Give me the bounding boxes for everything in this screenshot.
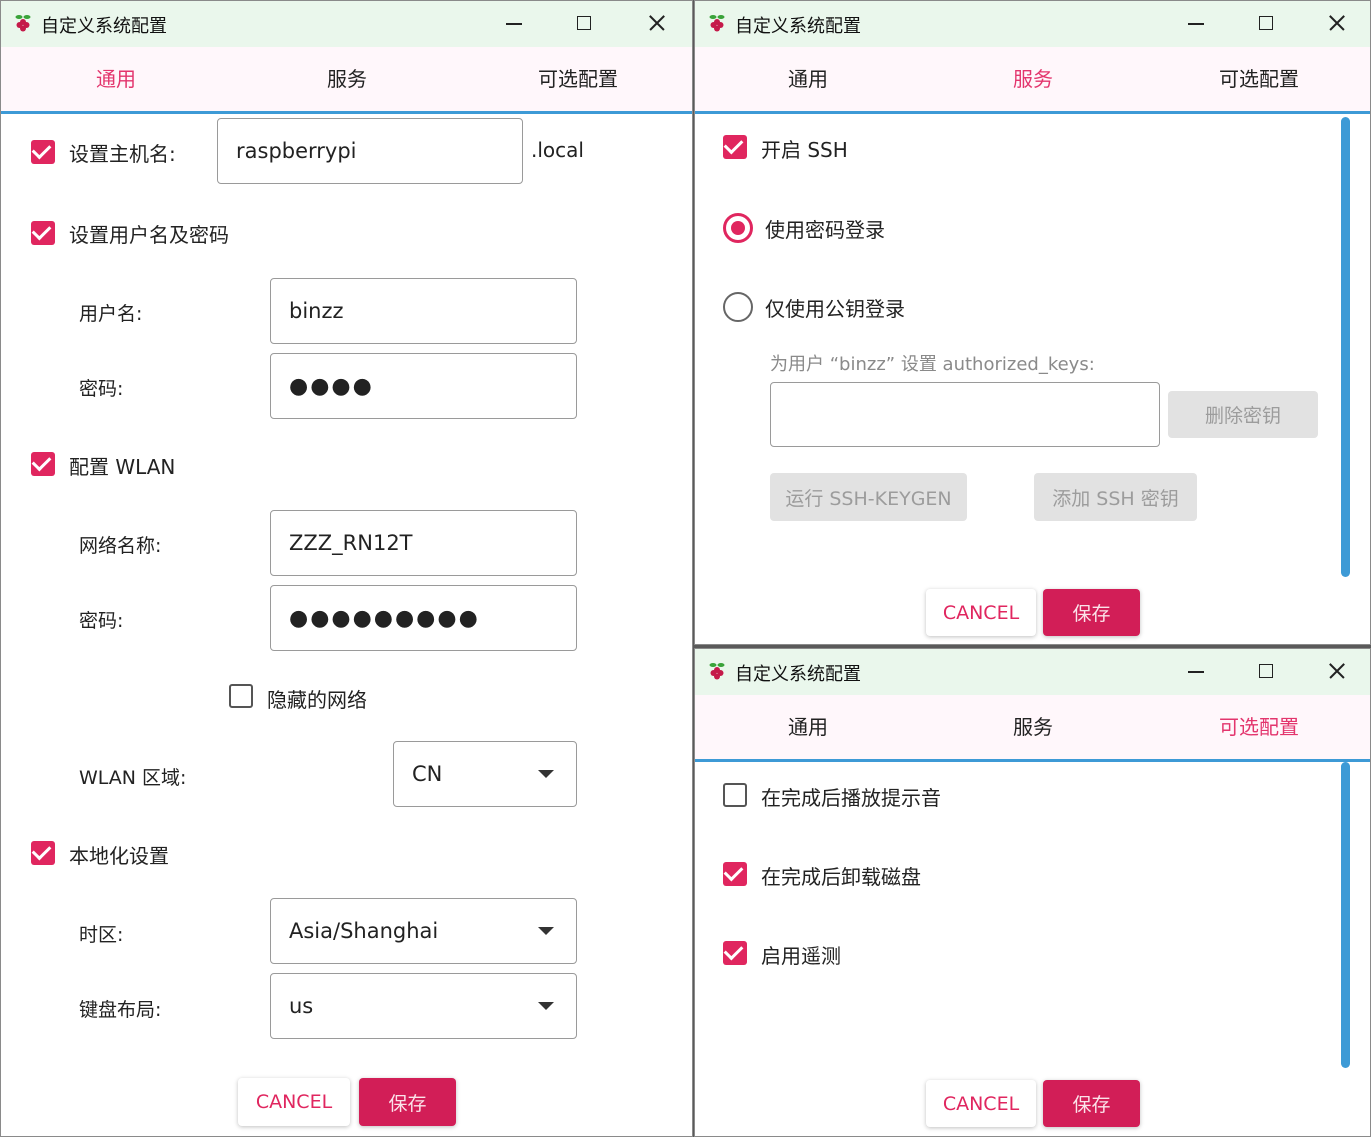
wlan-section-label: 配置 WLAN — [69, 455, 176, 479]
tab-options[interactable]: 可选配置 — [1179, 695, 1339, 759]
maximize-icon[interactable] — [1250, 9, 1282, 37]
tab-options[interactable]: 可选配置 — [1179, 47, 1339, 111]
wlan-password-input[interactable]: ●●●●●●●●● — [270, 585, 577, 651]
tab-bar: 通用 服务 可选配置 — [1, 47, 692, 114]
tab-options[interactable]: 可选配置 — [498, 47, 658, 111]
hostname-suffix: .local — [531, 138, 584, 162]
tab-general[interactable]: 通用 — [728, 47, 888, 111]
user-section-label: 设置用户名及密码 — [69, 223, 229, 247]
settings-window-general: 自定义系统配置 通用 服务 可选配置 设置主机名: raspberrypi .l… — [0, 0, 693, 1137]
title-bar[interactable]: 自定义系统配置 — [695, 649, 1370, 695]
play-sound-label: 在完成后播放提示音 — [761, 786, 941, 810]
window-title: 自定义系统配置 — [41, 16, 167, 37]
ssid-value: ZZZ_RN12T — [289, 531, 413, 555]
close-icon[interactable] — [1321, 657, 1353, 685]
tab-bar: 通用 服务 可选配置 — [695, 695, 1370, 762]
save-button[interactable]: 保存 — [1043, 589, 1140, 636]
title-bar[interactable]: 自定义系统配置 — [695, 1, 1370, 47]
keyboard-label: 键盘布局: — [79, 999, 162, 1021]
username-value: binzz — [289, 299, 344, 323]
tab-general[interactable]: 通用 — [36, 47, 196, 111]
tab-bar: 通用 服务 可选配置 — [695, 47, 1370, 114]
settings-window-services: 自定义系统配置 通用 服务 可选配置 开启 SSH 使用密码登录 仅使用公钥登录… — [694, 0, 1371, 645]
scrollbar[interactable] — [1341, 117, 1350, 577]
locale-section-label: 本地化设置 — [69, 844, 169, 868]
tab-services[interactable]: 服务 — [267, 47, 427, 111]
raspberry-pi-icon — [15, 15, 31, 32]
title-bar[interactable]: 自定义系统配置 — [1, 1, 692, 47]
save-button[interactable]: 保存 — [1043, 1080, 1140, 1127]
wlan-country-label: WLAN 区域: — [79, 767, 187, 789]
cancel-button[interactable]: CANCEL — [926, 1080, 1036, 1127]
password-auth-radio[interactable] — [723, 213, 753, 243]
delete-key-button[interactable]: 删除密钥 — [1168, 391, 1318, 438]
raspberry-pi-icon — [709, 663, 725, 680]
tab-services[interactable]: 服务 — [953, 47, 1113, 111]
dropdown-caret-icon — [538, 770, 554, 778]
wlan-password-value: ●●●●●●●●● — [289, 605, 480, 631]
hostname-label: 设置主机名: — [69, 142, 176, 166]
wlan-checkbox[interactable] — [31, 452, 55, 476]
locale-checkbox[interactable] — [31, 841, 55, 865]
eject-media-checkbox[interactable] — [723, 862, 747, 886]
ssh-label: 开启 SSH — [761, 138, 848, 162]
close-icon[interactable] — [641, 9, 673, 37]
cancel-button[interactable]: CANCEL — [926, 589, 1036, 636]
hostname-input[interactable]: raspberrypi — [217, 118, 523, 184]
password-auth-label: 使用密码登录 — [765, 218, 885, 242]
user-password-value: ●●●● — [289, 373, 374, 399]
username-label: 用户名: — [79, 303, 143, 325]
hidden-network-label: 隐藏的网络 — [267, 688, 367, 712]
ssid-label: 网络名称: — [79, 535, 162, 557]
maximize-icon[interactable] — [1250, 657, 1282, 685]
wlan-password-label: 密码: — [79, 610, 124, 632]
timezone-select[interactable]: Asia/Shanghai — [270, 898, 577, 964]
raspberry-pi-icon — [709, 15, 725, 32]
wlan-country-value: CN — [412, 762, 443, 786]
user-password-input[interactable]: ●●●● — [270, 353, 577, 419]
hidden-network-checkbox[interactable] — [229, 684, 253, 708]
authorized-keys-label: 为用户 “binzz” 设置 authorized_keys: — [770, 354, 1095, 375]
add-ssh-key-button[interactable]: 添加 SSH 密钥 — [1034, 473, 1197, 521]
telemetry-checkbox[interactable] — [723, 941, 747, 965]
window-title: 自定义系统配置 — [735, 16, 861, 37]
wlan-country-select[interactable]: CN — [393, 741, 577, 807]
user-password-label: 密码: — [79, 378, 124, 400]
play-sound-checkbox[interactable] — [723, 783, 747, 807]
settings-window-options: 自定义系统配置 通用 服务 可选配置 在完成后播放提示音 在完成后卸载磁盘 启用… — [694, 648, 1371, 1137]
tab-services[interactable]: 服务 — [953, 695, 1113, 759]
dropdown-caret-icon — [538, 1002, 554, 1010]
save-button[interactable]: 保存 — [359, 1078, 456, 1126]
keyboard-select[interactable]: us — [270, 973, 577, 1039]
user-checkbox[interactable] — [31, 221, 55, 245]
dropdown-caret-icon — [538, 927, 554, 935]
ssh-checkbox[interactable] — [723, 135, 747, 159]
maximize-icon[interactable] — [568, 9, 600, 37]
ssh-keygen-button[interactable]: 运行 SSH-KEYGEN — [770, 473, 967, 521]
window-title: 自定义系统配置 — [735, 664, 861, 685]
minimize-icon[interactable] — [1180, 9, 1212, 37]
ssid-input[interactable]: ZZZ_RN12T — [270, 510, 577, 576]
close-icon[interactable] — [1321, 9, 1353, 37]
hostname-value: raspberrypi — [236, 139, 357, 163]
cancel-button[interactable]: CANCEL — [238, 1078, 350, 1126]
telemetry-label: 启用遥测 — [761, 944, 841, 968]
timezone-label: 时区: — [79, 924, 124, 946]
minimize-icon[interactable] — [498, 9, 530, 37]
authorized-keys-input[interactable] — [770, 382, 1160, 447]
pubkey-auth-label: 仅使用公钥登录 — [765, 297, 905, 321]
timezone-value: Asia/Shanghai — [289, 919, 439, 943]
keyboard-value: us — [289, 994, 314, 1018]
eject-media-label: 在完成后卸载磁盘 — [761, 865, 921, 889]
scrollbar[interactable] — [1341, 762, 1350, 1068]
minimize-icon[interactable] — [1180, 657, 1212, 685]
hostname-checkbox[interactable] — [31, 140, 55, 164]
pubkey-auth-radio[interactable] — [723, 292, 753, 322]
tab-general[interactable]: 通用 — [728, 695, 888, 759]
username-input[interactable]: binzz — [270, 278, 577, 344]
